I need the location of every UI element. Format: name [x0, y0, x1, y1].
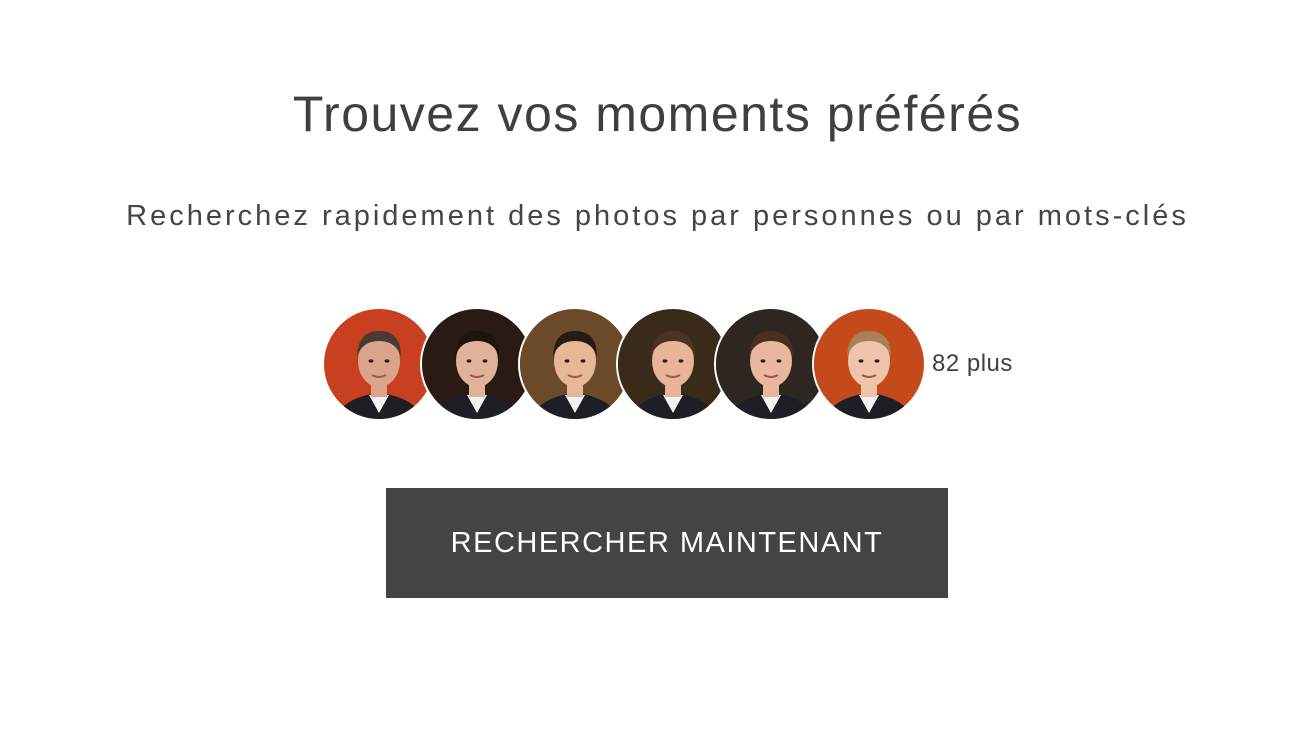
person-avatar-6[interactable]: [812, 307, 926, 421]
avatar-photo: [618, 309, 728, 419]
more-people-count[interactable]: 82 plus: [932, 350, 1013, 378]
search-now-button[interactable]: RECHERCHER MAINTENANT: [386, 488, 948, 598]
avatar-photo: [422, 309, 532, 419]
avatar-photo: [520, 309, 630, 419]
avatar-photo: [814, 309, 924, 419]
people-avatar-group[interactable]: 82 plus: [322, 307, 1013, 421]
person-avatar-1[interactable]: [322, 307, 436, 421]
page-subtitle: Recherchez rapidement des photos par per…: [126, 200, 1189, 232]
page-title: Trouvez vos moments préférés: [292, 86, 1023, 142]
person-avatar-2[interactable]: [420, 307, 534, 421]
find-moments-page: Trouvez vos moments préférés Recherchez …: [0, 0, 1315, 740]
person-avatar-5[interactable]: [714, 307, 828, 421]
avatar-photo: [716, 309, 826, 419]
person-avatar-3[interactable]: [518, 307, 632, 421]
person-avatar-4[interactable]: [616, 307, 730, 421]
avatar-photo: [324, 309, 434, 419]
